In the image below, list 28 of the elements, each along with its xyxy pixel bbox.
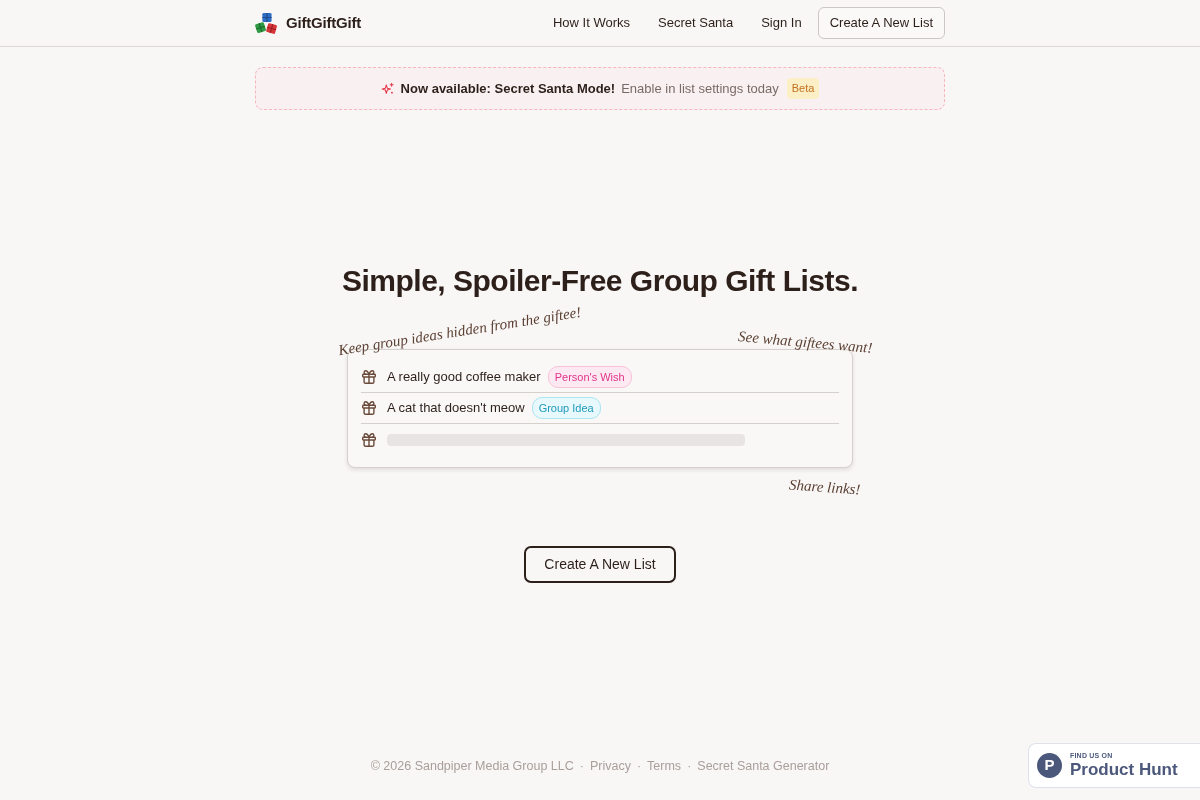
footer-separator: · — [687, 759, 692, 774]
nav-link[interactable]: Secret Santa — [658, 13, 734, 33]
gift-boxes-logo-icon — [255, 10, 278, 36]
beta-badge: Beta — [786, 78, 820, 99]
footer-separator: · — [636, 759, 642, 774]
create-list-button[interactable]: Create A New List — [817, 7, 945, 39]
footer-separator: · — [579, 759, 584, 774]
list-item-text: A really good coffee maker — [387, 368, 541, 387]
logo-icon: P — [1037, 753, 1062, 778]
badge-name-text: Product Hunt — [1070, 760, 1178, 779]
announcement-text: Enable in list settings today — [621, 79, 779, 98]
handwritten-note: Keep group ideas hidden from the giftee! — [337, 302, 583, 360]
wish-tag: Person's Wish — [547, 365, 632, 389]
gift-icon — [362, 370, 376, 384]
nav-link[interactable]: Sign In — [761, 13, 802, 33]
handwritten-note: Share links! — [788, 475, 862, 499]
sparkle-icon — [380, 82, 394, 95]
gift-icon — [362, 401, 376, 415]
group-idea-tag: Group Idea — [531, 396, 601, 420]
gift-icon — [362, 432, 376, 447]
handwritten-note: See what giftees want! — [737, 327, 874, 357]
hero-heading: Simple, Spoiler-Free Group Gift Lists. — [340, 263, 860, 299]
site-logo-text: GiftGiftGift — [286, 12, 362, 33]
announcement-title: Now available: Secret Santa Mode! — [400, 79, 616, 98]
copyright-text: © 2026 Sandpiper Media Group LLC — [370, 759, 574, 774]
list-item-text: A cat that doesn't meow — [387, 399, 525, 418]
nav-link[interactable]: How It Works — [552, 13, 631, 33]
create-list-button[interactable]: Create A New List — [524, 546, 676, 583]
